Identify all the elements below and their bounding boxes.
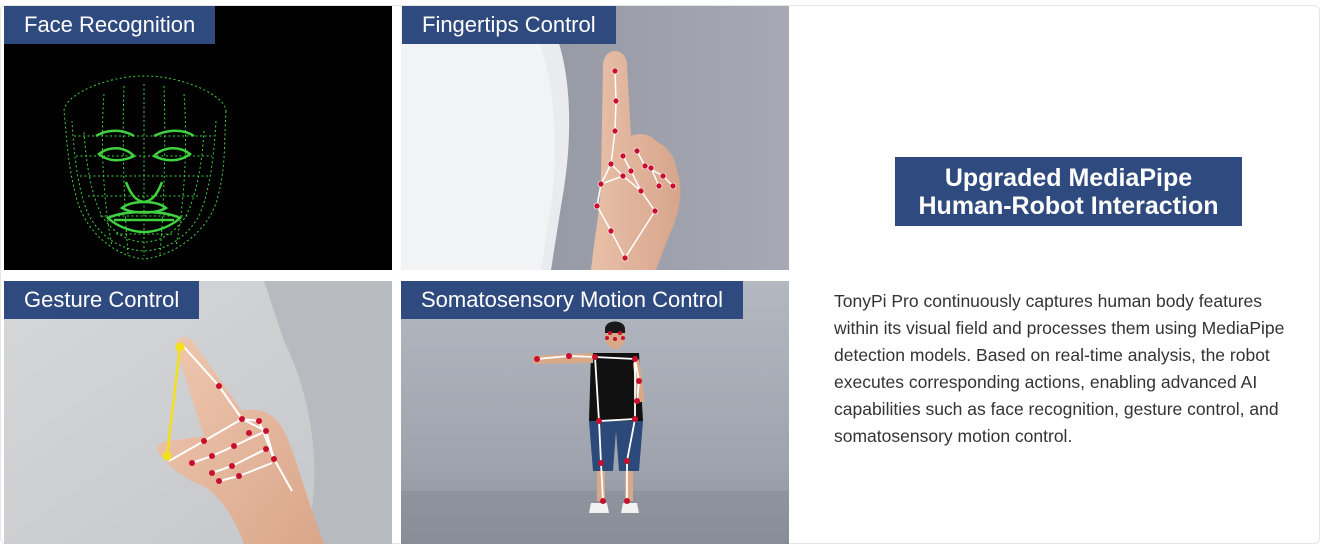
somatosensory-control-label: Somatosensory Motion Control: [401, 281, 744, 319]
fingertips-control-tile[interactable]: Fingertips Control: [401, 6, 789, 270]
feature-description: TonyPi Pro continuously captures human b…: [834, 290, 1285, 446]
face-recognition-tile[interactable]: Face Recognition: [4, 6, 392, 270]
feature-heading-line2: Human-Robot Interaction: [918, 191, 1219, 220]
gesture-control-label: Gesture Control: [4, 281, 200, 319]
fingertips-control-label: Fingertips Control: [402, 6, 616, 44]
somatosensory-body-image: [401, 281, 789, 544]
fingertips-hand-image: [401, 6, 789, 270]
gesture-hand-image: [4, 281, 392, 544]
feature-heading-line1: Upgraded MediaPipe: [944, 163, 1193, 192]
face-mesh-image: [4, 6, 392, 270]
gesture-control-tile[interactable]: Gesture Control: [4, 281, 392, 544]
feature-heading: Upgraded MediaPipe Human-Robot Interacti…: [895, 157, 1242, 226]
somatosensory-control-tile[interactable]: Somatosensory Motion Control: [401, 281, 789, 544]
face-recognition-label: Face Recognition: [4, 6, 216, 44]
